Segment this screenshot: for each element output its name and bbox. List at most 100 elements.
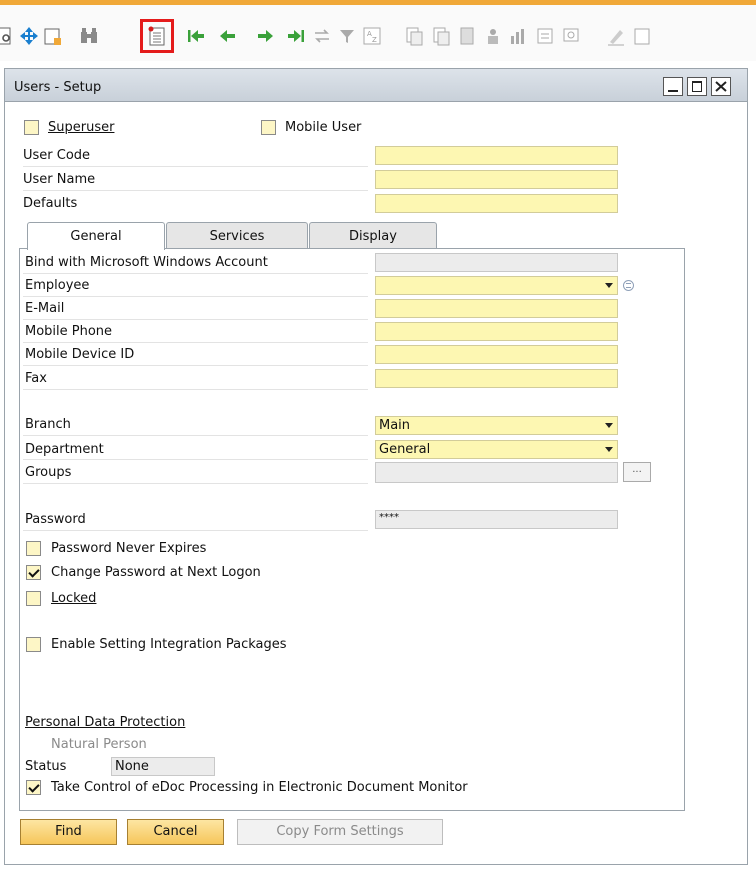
- superuser-label: Superuser: [48, 120, 115, 135]
- main-toolbar: AZ: [0, 5, 756, 61]
- chevron-down-icon: [605, 447, 613, 452]
- enable-integration-label: Enable Setting Integration Packages: [51, 637, 287, 652]
- close-icon: [715, 81, 727, 92]
- first-record-icon[interactable]: [185, 25, 207, 47]
- row-divider: [23, 190, 368, 191]
- branch-label: Branch: [25, 417, 71, 432]
- groups-field[interactable]: [375, 462, 618, 483]
- fax-label: Fax: [25, 371, 47, 386]
- groups-browse-button[interactable]: ...: [623, 462, 651, 482]
- row-divider: [23, 342, 368, 343]
- base-document-icon[interactable]: [403, 25, 425, 47]
- row-divider: [23, 365, 368, 366]
- pdp-heading: Personal Data Protection: [25, 715, 186, 730]
- maximize-button[interactable]: [687, 77, 707, 96]
- email-label: E-Mail: [25, 301, 65, 316]
- tab-display[interactable]: Display: [309, 222, 437, 248]
- mobile-device-field[interactable]: [375, 345, 618, 364]
- mobile-phone-label: Mobile Phone: [25, 324, 113, 339]
- superuser-checkbox[interactable]: [24, 120, 39, 135]
- copy-form-settings-button[interactable]: Copy Form Settings: [237, 819, 443, 845]
- last-record-icon[interactable]: [285, 25, 307, 47]
- messages-icon[interactable]: [560, 25, 582, 47]
- svg-text:Z: Z: [372, 36, 377, 44]
- close-button[interactable]: [711, 77, 731, 96]
- fax-field[interactable]: [375, 369, 618, 388]
- find-binoculars-icon[interactable]: [78, 25, 100, 47]
- previous-record-icon[interactable]: [217, 25, 239, 47]
- navigate-icon[interactable]: [18, 25, 40, 47]
- row-divider: [23, 319, 368, 320]
- user-name-label: User Name: [23, 172, 96, 187]
- gross-profit-icon[interactable]: [482, 25, 504, 47]
- status-label: Status: [25, 759, 67, 774]
- row-divider: [23, 296, 368, 297]
- groups-label: Groups: [25, 465, 72, 480]
- mobile-phone-field[interactable]: [375, 322, 618, 341]
- window-title: Users - Setup: [14, 80, 102, 95]
- enable-integration-checkbox[interactable]: [26, 637, 41, 652]
- window-titlebar[interactable]: Users - Setup: [5, 69, 747, 102]
- row-divider: [23, 435, 368, 436]
- edit-icon[interactable]: [605, 25, 627, 47]
- locked-checkbox[interactable]: [26, 591, 41, 606]
- change-password-checkbox[interactable]: [26, 565, 41, 580]
- preview-icon[interactable]: [0, 25, 16, 47]
- journal-icon[interactable]: [456, 25, 478, 47]
- bind-windows-field[interactable]: [375, 253, 618, 272]
- minimize-button[interactable]: [663, 77, 683, 96]
- sort-icon[interactable]: AZ: [361, 25, 383, 47]
- tab-display-label: Display: [349, 229, 397, 244]
- bind-windows-label: Bind with Microsoft Windows Account: [25, 255, 268, 270]
- mobile-user-label: Mobile User: [285, 120, 362, 135]
- target-document-icon[interactable]: [430, 25, 452, 47]
- password-label: Password: [25, 512, 86, 527]
- status-field[interactable]: None: [111, 757, 215, 776]
- password-field[interactable]: ****: [375, 510, 618, 529]
- row-divider: [23, 530, 368, 531]
- locked-label: Locked: [51, 591, 97, 606]
- chevron-down-icon: [605, 283, 613, 288]
- password-never-expires-label: Password Never Expires: [51, 541, 207, 556]
- password-never-expires-checkbox[interactable]: [26, 541, 41, 556]
- filter-icon[interactable]: [336, 25, 358, 47]
- chevron-down-icon: [605, 423, 613, 428]
- branch-dropdown[interactable]: Main: [375, 416, 618, 435]
- row-divider: [23, 459, 368, 460]
- tab-services[interactable]: Services: [166, 222, 308, 248]
- user-code-field[interactable]: [375, 146, 618, 165]
- settings-icon[interactable]: [534, 25, 556, 47]
- export-icon[interactable]: [42, 25, 64, 47]
- cancel-button[interactable]: Cancel: [127, 819, 224, 845]
- defaults-label: Defaults: [23, 196, 78, 211]
- edoc-control-label: Take Control of eDoc Processing in Elect…: [51, 780, 468, 795]
- find-button[interactable]: Find: [20, 819, 117, 845]
- email-field[interactable]: [375, 299, 618, 318]
- department-dropdown[interactable]: General: [375, 440, 618, 459]
- employee-dropdown[interactable]: [375, 276, 618, 295]
- refresh-icon[interactable]: [311, 25, 333, 47]
- row-divider: [23, 483, 368, 484]
- layout-icon[interactable]: [631, 25, 653, 47]
- employee-label: Employee: [25, 278, 90, 293]
- tab-services-label: Services: [209, 229, 265, 244]
- user-code-label: User Code: [23, 148, 91, 163]
- next-record-icon[interactable]: [254, 25, 276, 47]
- users-setup-window: Users - Setup Superuser Mobile User User…: [4, 68, 748, 865]
- row-divider: [23, 273, 368, 274]
- tab-general-label: General: [70, 229, 122, 244]
- add-document-icon[interactable]: [140, 19, 174, 53]
- change-password-label: Change Password at Next Logon: [51, 565, 261, 580]
- edoc-control-checkbox[interactable]: [26, 780, 41, 795]
- list-icon[interactable]: [623, 280, 634, 291]
- row-divider: [23, 166, 368, 167]
- defaults-field[interactable]: [375, 194, 618, 213]
- department-label: Department: [25, 442, 104, 457]
- analysis-icon[interactable]: [508, 25, 530, 47]
- tab-general[interactable]: General: [27, 222, 165, 250]
- user-name-field[interactable]: [375, 170, 618, 189]
- mobile-user-checkbox[interactable]: [261, 120, 276, 135]
- natural-person-label: Natural Person: [51, 737, 147, 752]
- mobile-device-label: Mobile Device ID: [25, 347, 135, 362]
- row-divider: [23, 389, 368, 390]
